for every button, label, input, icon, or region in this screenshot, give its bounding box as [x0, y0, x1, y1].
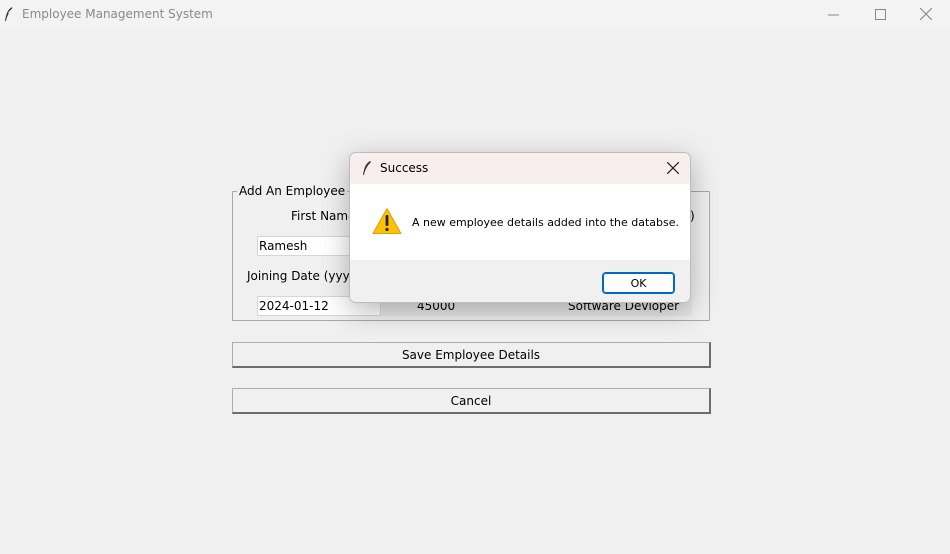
minimize-button[interactable]: [810, 0, 856, 28]
cancel-button[interactable]: Cancel: [232, 388, 711, 414]
dialog-message: A new employee details added into the da…: [412, 216, 680, 229]
minimize-icon: [827, 14, 839, 15]
maximize-button[interactable]: [857, 0, 903, 28]
ok-button[interactable]: OK: [602, 272, 675, 294]
close-window-button[interactable]: [903, 0, 949, 28]
save-employee-button[interactable]: Save Employee Details: [232, 342, 711, 368]
maximize-icon: [874, 8, 886, 20]
close-icon: [667, 162, 679, 174]
window-title: Employee Management System: [22, 7, 213, 21]
window-titlebar: Employee Management System: [0, 0, 950, 28]
dialog-title: Success: [380, 161, 429, 175]
dialog-close-button[interactable]: [664, 159, 682, 177]
success-dialog: Success A new employee details added int…: [349, 152, 691, 303]
close-icon: [920, 8, 932, 20]
warning-icon: [372, 208, 402, 234]
feather-icon: [5, 6, 14, 21]
dialog-titlebar: Success: [350, 153, 690, 184]
feather-icon: [363, 161, 371, 175]
first-name-label: First Name: [291, 209, 356, 223]
frame-title: Add An Employee: [237, 184, 348, 198]
joining-date-label: Joining Date (yyyy-: [247, 269, 361, 283]
